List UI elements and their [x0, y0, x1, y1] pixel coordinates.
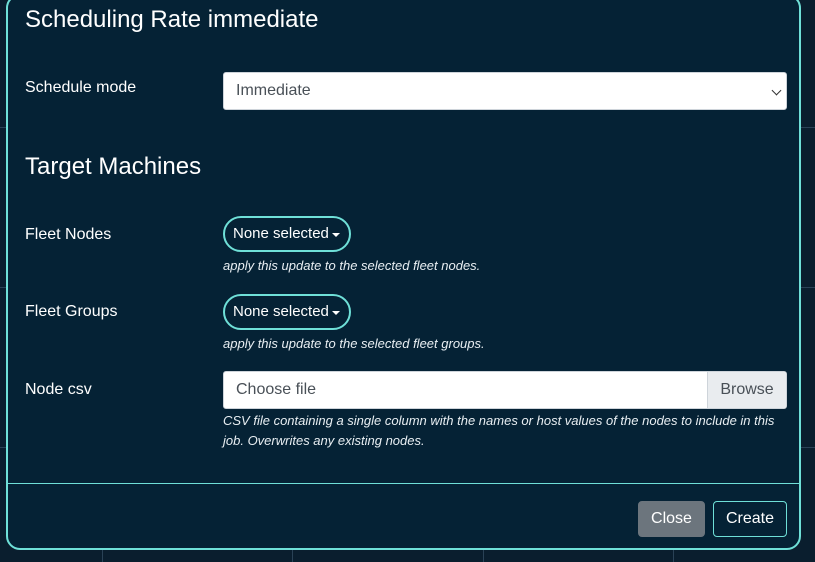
browse-button[interactable]: Browse	[707, 372, 786, 408]
target-machines-section-title: Target Machines	[25, 153, 202, 180]
modal-footer-divider	[8, 483, 799, 484]
fleet-nodes-dropdown-label: None selected	[233, 225, 329, 242]
fleet-nodes-help: apply this update to the selected fleet …	[223, 258, 481, 273]
fleet-groups-dropdown[interactable]: None selected	[223, 294, 351, 330]
node-csv-file-input[interactable]: Choose file Browse	[223, 371, 787, 409]
file-input-placeholder: Choose file	[236, 381, 317, 398]
schedule-mode-select[interactable]: Immediate	[223, 72, 787, 110]
scheduling-section-title: Scheduling Rate immediate	[25, 6, 319, 33]
create-job-modal: Scheduling Rate immediate Schedule mode …	[6, 0, 801, 550]
chevron-down-icon	[771, 85, 782, 96]
node-csv-label: Node csv	[25, 381, 92, 398]
schedule-mode-label: Schedule mode	[25, 79, 137, 96]
close-button[interactable]: Close	[638, 501, 705, 537]
fleet-groups-help: apply this update to the selected fleet …	[223, 336, 485, 351]
caret-down-icon	[332, 233, 340, 237]
fleet-groups-dropdown-label: None selected	[233, 303, 329, 320]
schedule-mode-value: Immediate	[236, 82, 311, 99]
fleet-nodes-dropdown[interactable]: None selected	[223, 216, 351, 252]
caret-down-icon	[332, 311, 340, 315]
fleet-nodes-label: Fleet Nodes	[25, 226, 112, 243]
modal-body: Scheduling Rate immediate Schedule mode …	[8, 0, 799, 477]
fleet-groups-label: Fleet Groups	[25, 303, 118, 320]
node-csv-help: CSV file containing a single column with…	[223, 413, 775, 448]
create-button[interactable]: Create	[713, 501, 787, 537]
